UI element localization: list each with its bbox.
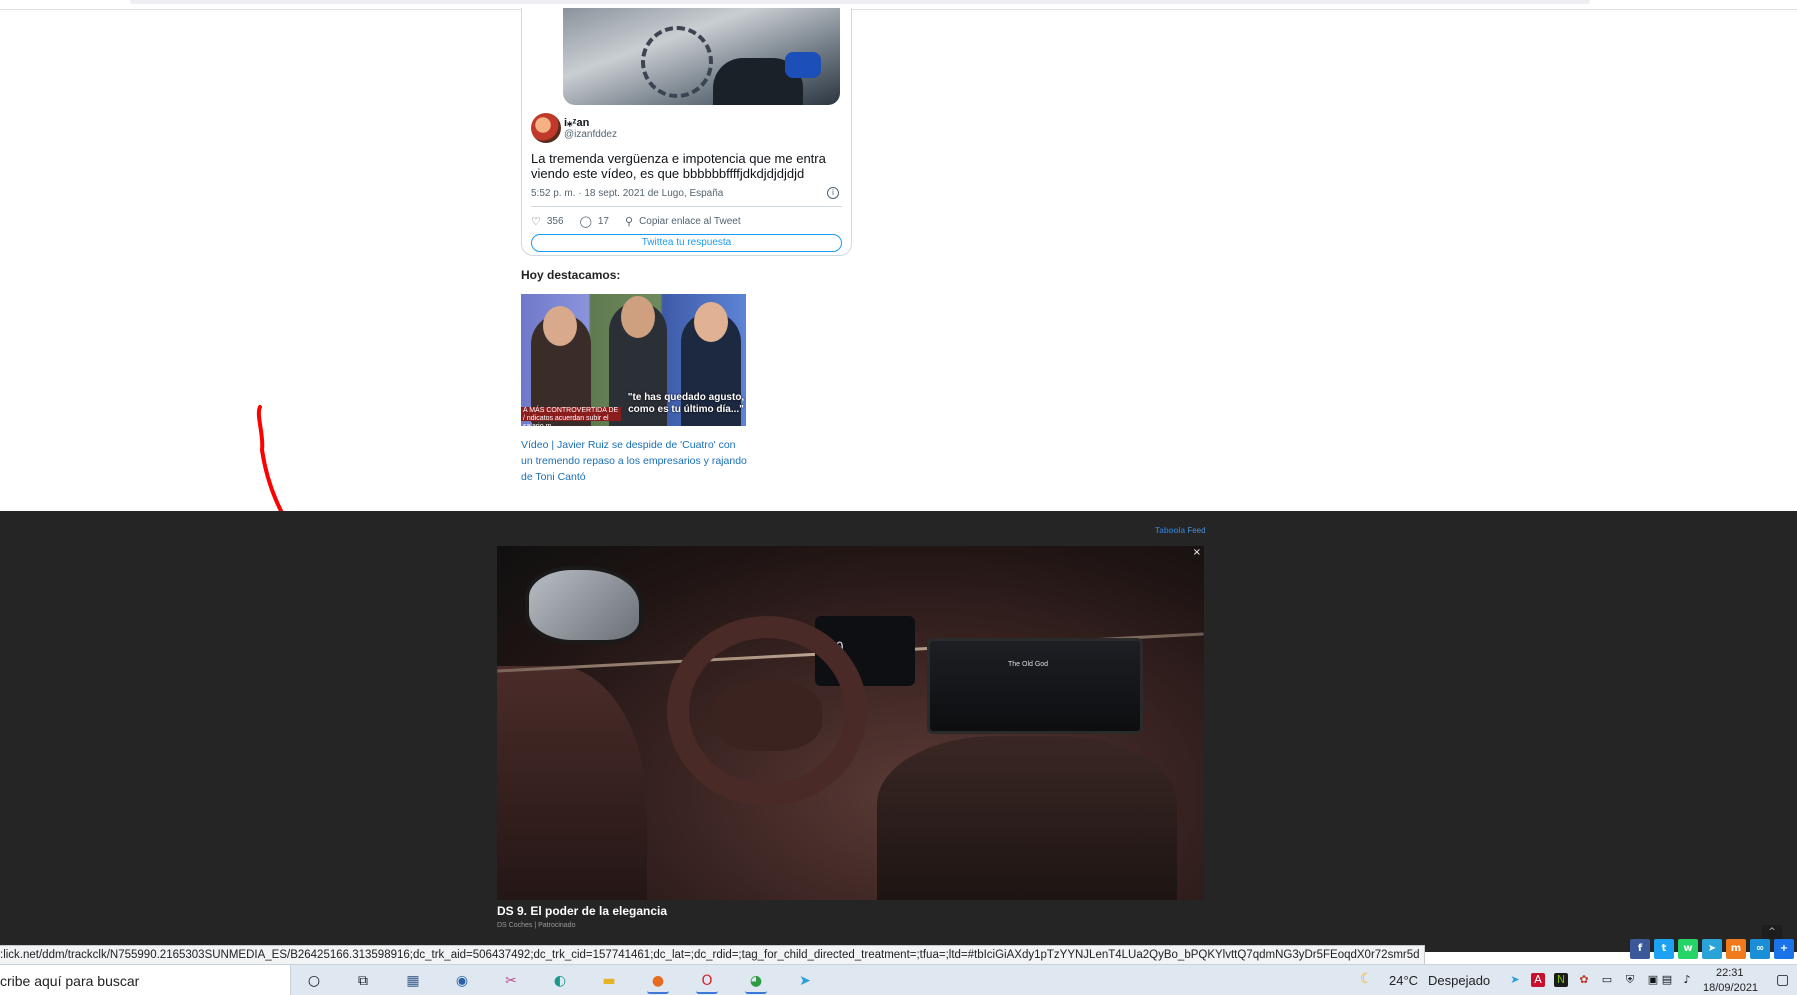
ad-image-car-interior[interactable]: 00 The Old God × — [497, 546, 1204, 900]
moon-weather-icon[interactable]: ☾ — [1360, 971, 1373, 987]
horizontal-scrollbar[interactable] — [130, 0, 1590, 4]
windows-taskbar: cribe aquí para buscar ○ ⧉ ▦ ◉ ✂ ◐ ▬ ● O… — [0, 964, 1797, 995]
ad-close-icon[interactable]: × — [1193, 547, 1201, 558]
thumbnail-face-right — [694, 302, 728, 342]
tray-storage-icon[interactable]: ▭ — [1600, 973, 1614, 987]
tweet-video-thumbnail[interactable] — [563, 8, 840, 105]
snipping-tool-icon[interactable]: ✂ — [500, 970, 522, 992]
highlight-heading: Hoy destacamos: — [521, 268, 621, 282]
info-icon[interactable]: i — [827, 187, 839, 199]
tray-volume-icon[interactable]: ♪ — [1680, 973, 1694, 987]
ad-door-panel-shape — [497, 666, 647, 900]
tray-telegram-icon[interactable]: ➤ — [1508, 973, 1522, 987]
calculator-icon[interactable]: ▦ — [402, 970, 424, 992]
ad-source[interactable]: DS Coches | Patrocinado — [497, 922, 575, 929]
copy-link-action[interactable]: Copiar enlace al Tweet — [639, 216, 741, 227]
meneame-icon[interactable]: m — [1726, 939, 1746, 959]
notifications-icon[interactable]: ▢ — [1776, 972, 1789, 988]
reply-count: 17 — [597, 215, 609, 227]
firefox-icon[interactable]: ● — [647, 970, 669, 994]
edge-browser-icon[interactable]: ◐ — [549, 970, 571, 992]
tray-display-icon[interactable]: ▣ — [1646, 973, 1660, 987]
tweet-author-avatar[interactable] — [531, 113, 561, 143]
sponsored-content-area: Taboola Feed 00 The Old God × DS 9. El p… — [0, 511, 1797, 952]
copy-link-icon[interactable]: ∞ — [1750, 939, 1770, 959]
ad-steering-hub-shape — [712, 681, 822, 751]
ad-screen-title: The Old God — [1008, 661, 1049, 668]
tweet-text: La tremenda vergüenza e impotencia que m… — [531, 151, 826, 181]
facebook-icon[interactable]: f — [1630, 939, 1650, 959]
whatsapp-icon[interactable]: w — [1678, 939, 1698, 959]
highlight-article-link[interactable]: Vídeo | Javier Ruiz se despide de 'Cuatr… — [521, 437, 749, 485]
weather-description[interactable]: Despejado — [1428, 973, 1490, 988]
tray-app-icon[interactable]: ✿ — [1577, 973, 1591, 987]
taboola-suffix: Feed — [1187, 526, 1206, 535]
thumbnail-face-center — [621, 296, 655, 338]
task-view-icon[interactable]: ⧉ — [352, 970, 374, 992]
ad-mirror-shape — [525, 566, 643, 644]
tweet-timestamp[interactable]: 5:52 p. m. · 18 sept. 2021 de Lugo, Espa… — [531, 188, 723, 199]
tray-acrobat-icon[interactable]: A — [1531, 973, 1545, 987]
browser-top-edge — [0, 0, 1797, 10]
cortana-circle-icon[interactable]: ○ — [303, 970, 325, 992]
telegram-icon[interactable]: ➤ — [1702, 939, 1722, 959]
thumbnail-wheel-shape — [641, 26, 713, 98]
heart-icon[interactable]: ♡ — [531, 215, 541, 228]
taskbar-search-box[interactable]: cribe aquí para buscar — [0, 965, 291, 995]
twitter-icon[interactable]: t — [1654, 939, 1674, 959]
taskbar-clock-date[interactable]: 18/09/2021 — [1703, 982, 1758, 994]
ad-infotainment-screen: The Old God — [927, 638, 1143, 734]
embedded-tweet: i⁎ᶻan @izanfddez La tremenda vergüenza e… — [521, 8, 852, 256]
scroll-to-top-button[interactable]: ^ — [1762, 925, 1782, 939]
more-share-icon[interactable]: + — [1774, 939, 1794, 959]
tweet-reply-button[interactable]: Twittea tu respuesta — [531, 234, 842, 252]
highlight-thumbnail[interactable]: A MÁS CONTROVERTIDA DE / ndicatos acuerd… — [521, 294, 746, 426]
file-explorer-icon[interactable]: ▬ — [598, 970, 620, 992]
ad-title[interactable]: DS 9. El poder de la elegancia — [497, 904, 667, 918]
taboola-brand: Taboola — [1155, 526, 1186, 535]
tray-security-shield-icon[interactable]: ⛨ — [1623, 973, 1637, 987]
tweet-author-handle[interactable]: @izanfddez — [564, 129, 617, 140]
tweet-divider — [531, 206, 842, 207]
share-bar: f t w ➤ m ∞ + — [1630, 939, 1797, 959]
status-bar-url: :lick.net/ddm/trackclk/N755990.2165303SU… — [0, 945, 1425, 965]
taskbar-search-placeholder: cribe aquí para buscar — [0, 973, 140, 989]
thumbnail-blue-shape — [785, 52, 821, 78]
tray-nvidia-icon[interactable]: N — [1554, 973, 1568, 987]
compass-app-icon[interactable]: ◉ — [451, 970, 473, 992]
reply-bubble-icon[interactable]: ◯ — [580, 215, 592, 228]
taskbar-clock-time[interactable]: 22:31 — [1716, 967, 1744, 979]
telegram-app-icon[interactable]: ➤ — [794, 970, 816, 992]
chrome-icon[interactable]: ◕ — [745, 970, 767, 994]
tweet-actions: ♡ 356 ◯ 17 ⚲ Copiar enlace al Tweet — [531, 214, 757, 228]
taboola-feed-label[interactable]: Taboola Feed — [1155, 526, 1206, 535]
opera-icon[interactable]: O — [696, 970, 718, 994]
link-icon[interactable]: ⚲ — [625, 215, 633, 228]
weather-temperature[interactable]: 24°C — [1389, 973, 1418, 988]
thumbnail-quote: "te has quedado agusto, como es tu últim… — [627, 392, 745, 415]
tweet-author-name[interactable]: i⁎ᶻan — [564, 116, 589, 129]
thumbnail-face-left — [543, 306, 577, 346]
tray-network-icon[interactable]: ▤ — [1660, 973, 1674, 987]
ad-center-console-shape — [877, 736, 1177, 900]
like-count: 356 — [546, 215, 564, 227]
thumbnail-news-band: A MÁS CONTROVERTIDA DE / ndicatos acuerd… — [521, 407, 621, 426]
